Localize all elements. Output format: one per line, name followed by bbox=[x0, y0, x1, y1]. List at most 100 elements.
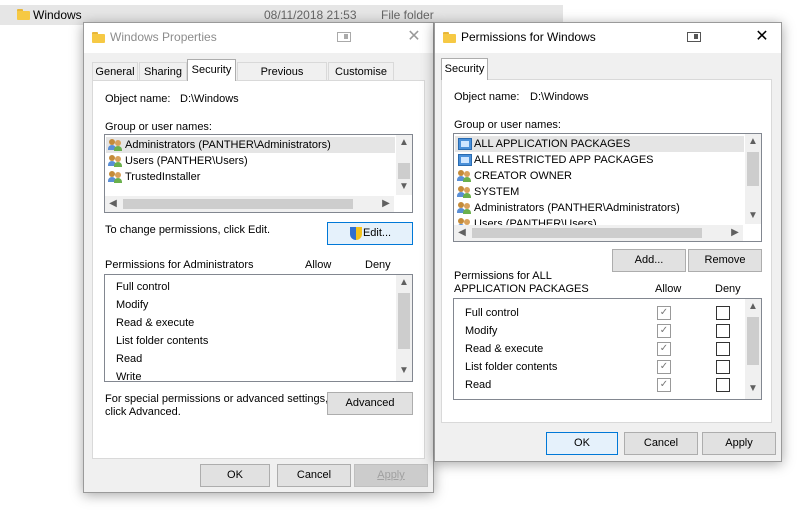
group-list-hscrollbar[interactable]: ◀ ▶ bbox=[105, 196, 394, 212]
scroll-down-arrow-icon[interactable]: ▼ bbox=[745, 381, 761, 397]
list-item[interactable]: SYSTEM bbox=[457, 184, 519, 200]
allow-checkbox[interactable]: ✓ bbox=[657, 378, 671, 392]
scroll-thumb[interactable] bbox=[398, 163, 410, 179]
users-icon bbox=[457, 186, 472, 198]
scroll-thumb[interactable] bbox=[747, 152, 759, 186]
tab-customise[interactable]: Customise bbox=[328, 62, 394, 81]
permission-row: Read & execute bbox=[465, 343, 544, 355]
cancel-button[interactable]: Cancel bbox=[624, 432, 698, 455]
list-item[interactable]: TrustedInstaller bbox=[108, 169, 200, 185]
group-name: ALL APPLICATION PACKAGES bbox=[474, 138, 631, 150]
users-icon bbox=[108, 155, 123, 167]
tab-general[interactable]: General bbox=[92, 62, 138, 81]
security-panel: Object name: D:\Windows Group or user na… bbox=[441, 79, 772, 423]
scroll-up-arrow-icon[interactable]: ▲ bbox=[745, 299, 761, 315]
permissions-vscrollbar[interactable]: ▲ ▼ bbox=[396, 275, 412, 381]
permissions-dialog: Permissions for Windows ✕ Security Objec… bbox=[434, 22, 782, 462]
scroll-up-arrow-icon[interactable]: ▲ bbox=[396, 275, 412, 291]
scroll-left-arrow-icon[interactable]: ◀ bbox=[105, 196, 121, 212]
tab-sharing[interactable]: Sharing bbox=[139, 62, 187, 81]
deny-header: Deny bbox=[715, 283, 741, 295]
list-item[interactable]: Users (PANTHER\Users) bbox=[108, 153, 248, 169]
group-list[interactable]: Administrators (PANTHER\Administrators) … bbox=[104, 134, 413, 213]
properties-dialog: Windows Properties ✕ General Sharing Sec… bbox=[83, 22, 434, 493]
apply-button[interactable]: Apply bbox=[354, 464, 428, 487]
cancel-button[interactable]: Cancel bbox=[277, 464, 351, 487]
object-name-label: Object name: bbox=[105, 93, 171, 105]
group-name: Administrators (PANTHER\Administrators) bbox=[125, 139, 331, 151]
permission-row: Read bbox=[116, 353, 143, 365]
group-label: Group or user names: bbox=[454, 119, 561, 131]
allow-checkbox[interactable]: ✓ bbox=[657, 360, 671, 374]
allow-checkbox[interactable]: ✓ bbox=[657, 306, 671, 320]
permissions-titlebar[interactable]: Permissions for Windows ✕ bbox=[435, 23, 781, 53]
apply-button[interactable]: Apply bbox=[702, 432, 776, 455]
dialog-title: Windows Properties bbox=[110, 30, 217, 44]
properties-titlebar[interactable]: Windows Properties ✕ bbox=[84, 23, 433, 53]
package-icon bbox=[458, 154, 472, 166]
scroll-down-arrow-icon[interactable]: ▼ bbox=[396, 363, 412, 379]
special-permissions-text-2: click Advanced. bbox=[105, 406, 181, 418]
permission-row: Modify bbox=[116, 299, 149, 311]
security-panel: Object name: D:\Windows Group or user na… bbox=[92, 80, 425, 459]
group-list-vscrollbar[interactable]: ▲ ▼ bbox=[396, 135, 412, 195]
list-item[interactable]: ALL APPLICATION PACKAGES bbox=[458, 136, 630, 152]
close-icon[interactable]: ✕ bbox=[403, 26, 425, 46]
scroll-up-arrow-icon[interactable]: ▲ bbox=[396, 135, 412, 151]
scroll-down-arrow-icon[interactable]: ▼ bbox=[745, 208, 761, 224]
package-icon bbox=[458, 138, 472, 150]
tab-previous-versions[interactable]: Previous Versions bbox=[237, 62, 327, 96]
allow-header: Allow bbox=[305, 259, 332, 271]
list-item[interactable]: Administrators (PANTHER\Administrators) bbox=[457, 200, 680, 216]
restore-icon[interactable] bbox=[337, 32, 351, 42]
scroll-right-arrow-icon[interactable]: ▶ bbox=[727, 225, 743, 241]
change-permissions-text: To change permissions, click Edit. bbox=[105, 224, 271, 236]
permission-row: Full control bbox=[465, 307, 519, 319]
advanced-button[interactable]: Advanced bbox=[327, 392, 413, 415]
group-list[interactable]: ALL APPLICATION PACKAGES ALL RESTRICTED … bbox=[453, 133, 762, 242]
users-icon bbox=[457, 202, 472, 214]
deny-checkbox[interactable] bbox=[716, 378, 730, 392]
deny-checkbox[interactable] bbox=[716, 306, 730, 320]
scroll-thumb[interactable] bbox=[472, 228, 702, 238]
scroll-down-arrow-icon[interactable]: ▼ bbox=[396, 179, 412, 195]
ok-button[interactable]: OK bbox=[200, 464, 270, 487]
tab-security[interactable]: Security bbox=[441, 58, 488, 80]
deny-checkbox[interactable] bbox=[716, 360, 730, 374]
add-button[interactable]: Add... bbox=[612, 249, 686, 272]
permissions-list[interactable]: Full control ✓ Modify ✓ Read & execute ✓… bbox=[453, 298, 762, 400]
list-item[interactable]: ALL RESTRICTED APP PACKAGES bbox=[458, 152, 654, 168]
scroll-right-arrow-icon[interactable]: ▶ bbox=[378, 196, 394, 212]
deny-checkbox[interactable] bbox=[716, 324, 730, 338]
scroll-thumb[interactable] bbox=[123, 199, 353, 209]
object-name-value: D:\Windows bbox=[530, 91, 589, 103]
edit-button[interactable]: Edit... bbox=[327, 222, 413, 245]
list-item[interactable]: CREATOR OWNER bbox=[457, 168, 572, 184]
allow-checkbox[interactable]: ✓ bbox=[657, 342, 671, 356]
group-name: Administrators (PANTHER\Administrators) bbox=[474, 202, 680, 214]
scroll-thumb[interactable] bbox=[747, 317, 759, 365]
permission-row: List folder contents bbox=[465, 361, 558, 373]
allow-checkbox[interactable]: ✓ bbox=[657, 324, 671, 338]
permission-row: Modify bbox=[465, 325, 498, 337]
remove-button[interactable]: Remove bbox=[688, 249, 762, 272]
group-list-vscrollbar[interactable]: ▲ ▼ bbox=[745, 134, 761, 224]
users-icon bbox=[108, 139, 123, 151]
permissions-vscrollbar[interactable]: ▲ ▼ bbox=[745, 299, 761, 399]
restore-icon[interactable] bbox=[687, 32, 701, 42]
permission-row: Read bbox=[465, 379, 492, 391]
permission-row: List folder contents bbox=[116, 335, 209, 347]
deny-checkbox[interactable] bbox=[716, 342, 730, 356]
permissions-list[interactable]: Full control Modify Read & execute List … bbox=[104, 274, 413, 382]
group-name: CREATOR OWNER bbox=[474, 170, 572, 182]
scroll-thumb[interactable] bbox=[398, 293, 410, 349]
group-name: ALL RESTRICTED APP PACKAGES bbox=[474, 154, 654, 166]
tab-security[interactable]: Security bbox=[187, 59, 236, 81]
scroll-up-arrow-icon[interactable]: ▲ bbox=[745, 134, 761, 150]
close-icon[interactable]: ✕ bbox=[751, 26, 773, 46]
scroll-left-arrow-icon[interactable]: ◀ bbox=[454, 225, 470, 241]
object-name-label: Object name: bbox=[454, 91, 520, 103]
group-list-hscrollbar[interactable]: ◀ ▶ bbox=[454, 225, 743, 241]
list-item[interactable]: Administrators (PANTHER\Administrators) bbox=[108, 137, 331, 153]
ok-button[interactable]: OK bbox=[546, 432, 618, 455]
